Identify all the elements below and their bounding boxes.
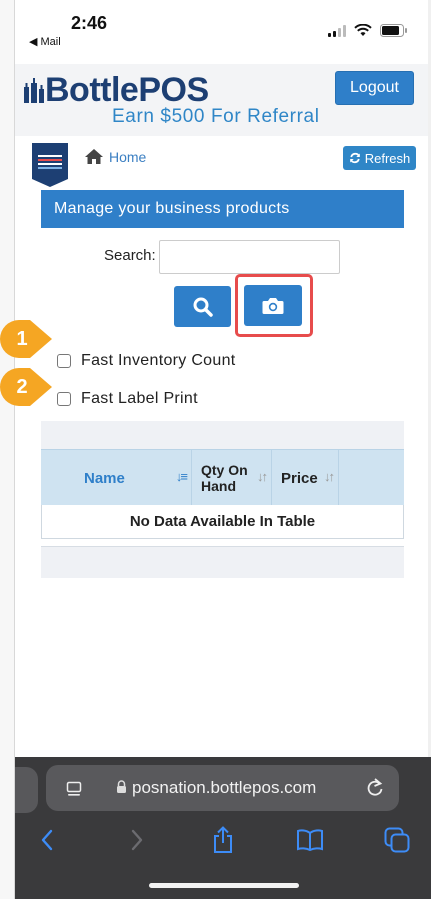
search-button[interactable] [174, 286, 231, 327]
refresh-label: Refresh [364, 150, 411, 166]
bookmarks-button[interactable] [296, 825, 324, 855]
table-footer [41, 546, 404, 578]
tabs-icon [384, 827, 410, 853]
bottles-logo-icon [24, 78, 44, 103]
table-header: Name ↓≡ Qty On Hand ↓↑ Price ↓↑ [41, 449, 404, 506]
sort-icon: ↓↑ [257, 469, 268, 484]
status-time: 2:46 [71, 13, 108, 33]
column-header-name[interactable]: Name ↓≡ [41, 450, 192, 506]
refresh-icon [349, 152, 360, 164]
column-name-label: Name [84, 469, 125, 487]
refresh-button[interactable]: Refresh [343, 146, 416, 170]
book-icon [297, 829, 323, 851]
chevron-left-icon [41, 829, 53, 851]
breadcrumb-home[interactable]: Home [109, 149, 146, 165]
fast-inventory-count-checkbox[interactable] [57, 354, 71, 368]
table-empty-message: No Data Available In Table [41, 505, 404, 539]
browser-toolbar: posnation.bottlepos.com [15, 757, 431, 899]
address-bar[interactable]: posnation.bottlepos.com [46, 765, 399, 811]
previous-tab-pill[interactable] [15, 767, 38, 813]
column-header-qty-on-hand[interactable]: Qty On Hand ↓↑ [192, 450, 272, 506]
lock-icon [117, 780, 126, 793]
callout-marker-2: 2 [0, 368, 52, 406]
home-indicator [149, 883, 299, 888]
column-price-label: Price [281, 469, 318, 487]
fast-label-print-option[interactable]: Fast Label Print [57, 390, 198, 408]
status-bar: 2:46 ◀ Mail [15, 0, 428, 60]
search-icon [193, 297, 213, 317]
app-header: BottlePOS Earn $500 For Referral Logout [15, 64, 428, 136]
share-button[interactable] [211, 825, 235, 855]
panel-title: Manage your business products [41, 190, 404, 228]
callout-marker-1: 1 [0, 320, 52, 358]
callout-number: 1 [16, 327, 28, 350]
signal-icon [328, 24, 346, 37]
column-qty-label: Qty On Hand [201, 462, 248, 494]
sidebar-menu-toggle[interactable] [32, 143, 68, 187]
menu-icon [32, 143, 68, 187]
camera-scan-button[interactable] [244, 285, 302, 326]
url-text: posnation.bottlepos.com [132, 778, 317, 797]
back-to-mail-link[interactable]: ◀ Mail [29, 35, 61, 48]
search-input[interactable] [159, 240, 340, 274]
browser-forward-button[interactable] [127, 825, 147, 855]
tabs-button[interactable] [383, 825, 411, 855]
browser-back-button[interactable] [37, 825, 57, 855]
wifi-icon [354, 24, 372, 36]
chevron-right-icon [131, 829, 143, 851]
camera-icon [262, 297, 284, 314]
home-icon[interactable] [84, 148, 104, 165]
fast-label-print-label: Fast Label Print [81, 390, 198, 407]
column-header-price[interactable]: Price ↓↑ [272, 450, 339, 506]
left-frame-edge [0, 0, 15, 899]
share-icon [214, 826, 232, 853]
sort-icon: ↓↑ [324, 469, 335, 484]
referral-link[interactable]: Earn $500 For Referral [112, 106, 320, 128]
callout-number: 2 [16, 375, 28, 398]
brand-name: BottlePOS [45, 71, 209, 109]
fast-inventory-count-label: Fast Inventory Count [81, 352, 236, 369]
reload-icon[interactable] [366, 778, 384, 798]
bottlepos-logo: BottlePOS [23, 70, 209, 110]
page-settings-icon[interactable] [66, 781, 82, 797]
sort-ascending-icon: ↓≡ [175, 469, 188, 484]
battery-icon [380, 24, 407, 37]
table-top-bar [41, 421, 404, 449]
logout-button[interactable]: Logout [335, 71, 414, 105]
fast-inventory-count-option[interactable]: Fast Inventory Count [57, 352, 236, 370]
fast-label-print-checkbox[interactable] [57, 392, 71, 406]
search-label: Search: [104, 247, 156, 264]
status-icons [328, 24, 408, 37]
